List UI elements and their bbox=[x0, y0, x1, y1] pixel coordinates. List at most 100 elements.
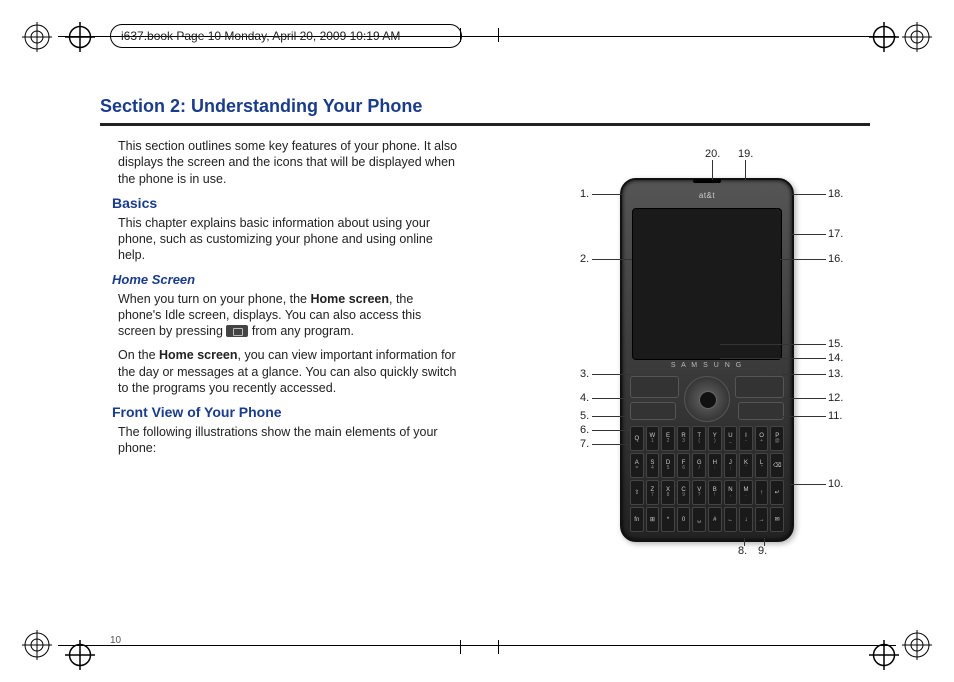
crop-tick-bottom-1 bbox=[460, 640, 461, 654]
key: Z7 bbox=[646, 480, 660, 505]
callout-2: 2. bbox=[580, 253, 589, 265]
key: ⌫ bbox=[770, 453, 784, 478]
key: A= bbox=[630, 453, 644, 478]
lead-18 bbox=[790, 194, 826, 195]
lead-1 bbox=[592, 194, 622, 195]
lead-16 bbox=[780, 259, 826, 260]
key: → bbox=[755, 507, 769, 532]
key: ⇧ bbox=[630, 480, 644, 505]
phone-screen bbox=[632, 208, 782, 360]
registration-mark-small-tl bbox=[65, 22, 85, 42]
callout-14: 14. bbox=[828, 352, 843, 364]
lead-15 bbox=[720, 344, 826, 345]
send-key bbox=[630, 402, 676, 420]
key: W1 bbox=[646, 426, 660, 451]
lead-8 bbox=[744, 538, 745, 546]
callout-15: 15. bbox=[828, 338, 843, 350]
carrier-logo: at&t bbox=[699, 191, 715, 200]
key: G/ bbox=[692, 453, 706, 478]
doc-header-box: i637.book Page 10 Monday, April 20, 2009… bbox=[110, 24, 462, 48]
key: Y) bbox=[708, 426, 722, 451]
key: N, bbox=[724, 480, 738, 505]
callout-12: 12. bbox=[828, 392, 843, 404]
callout-9: 9. bbox=[758, 545, 767, 557]
lead-14 bbox=[720, 358, 826, 359]
hs-p1-a: When you turn on your phone, the bbox=[118, 292, 311, 306]
phone-figure: at&t S A M S U N G QW1E2R bbox=[530, 148, 870, 578]
phone-top-area: at&t bbox=[632, 186, 782, 204]
key: P@ bbox=[770, 426, 784, 451]
callout-5: 5. bbox=[580, 410, 589, 422]
lead-10 bbox=[790, 484, 826, 485]
registration-mark-br bbox=[902, 630, 932, 660]
key: # bbox=[708, 507, 722, 532]
lead-7 bbox=[592, 444, 630, 445]
key: H: bbox=[708, 453, 722, 478]
key: L" bbox=[755, 453, 769, 478]
home-screen-p2: On the Home screen, you can view importa… bbox=[100, 347, 460, 396]
key: 0 bbox=[677, 507, 691, 532]
lead-3 bbox=[592, 374, 630, 375]
callout-13: 13. bbox=[828, 368, 843, 380]
key: U_ bbox=[724, 426, 738, 451]
front-view-heading: Front View of Your Phone bbox=[100, 404, 460, 420]
left-softkey bbox=[630, 376, 679, 398]
key: R3 bbox=[677, 426, 691, 451]
lead-19 bbox=[745, 160, 746, 180]
hs-p2-a: On the bbox=[118, 348, 159, 362]
key: D5 bbox=[661, 453, 675, 478]
key: B! bbox=[708, 480, 722, 505]
callout-1: 1. bbox=[580, 188, 589, 200]
section-title: Section 2: Understanding Your Phone bbox=[100, 96, 870, 117]
key: ✉ bbox=[770, 507, 784, 532]
home-screen-p1: When you turn on your phone, the Home sc… bbox=[100, 291, 460, 340]
callout-3: 3. bbox=[580, 368, 589, 380]
crop-tick-top-2 bbox=[498, 28, 499, 42]
basics-paragraph: This chapter explains basic information … bbox=[100, 215, 460, 264]
key: V? bbox=[692, 480, 706, 505]
key: ↑ bbox=[755, 480, 769, 505]
lead-12 bbox=[782, 398, 826, 399]
page-content: Section 2: Understanding Your Phone This… bbox=[100, 96, 870, 616]
key: C9 bbox=[677, 480, 691, 505]
key: ↵ bbox=[770, 480, 784, 505]
key: K' bbox=[739, 453, 753, 478]
key: Q bbox=[630, 426, 644, 451]
callout-18: 18. bbox=[828, 188, 843, 200]
hs-p1-bold: Home screen bbox=[311, 292, 390, 306]
qwerty-keyboard: QW1E2R3T(Y)U_I-O+P@A=S4D5F6G/H:J;K'L"⌫⇧Z… bbox=[630, 426, 784, 532]
phone-body: at&t S A M S U N G QW1E2R bbox=[620, 178, 794, 542]
registration-mark-small-bl bbox=[65, 640, 85, 660]
callout-7: 7. bbox=[580, 438, 589, 450]
hs-p1-c: from any program. bbox=[248, 324, 354, 338]
intro-paragraph: This section outlines some key features … bbox=[100, 138, 460, 187]
right-column: at&t S A M S U N G QW1E2R bbox=[480, 138, 870, 465]
key: ← bbox=[724, 507, 738, 532]
registration-mark-bl bbox=[22, 630, 52, 660]
callout-20: 20. bbox=[705, 148, 720, 160]
left-column: This section outlines some key features … bbox=[100, 138, 460, 465]
crop-tick-bottom-2 bbox=[498, 640, 499, 654]
registration-mark-tr bbox=[902, 22, 932, 52]
phone-earpiece bbox=[693, 179, 721, 183]
key: E2 bbox=[661, 426, 675, 451]
key: M. bbox=[739, 480, 753, 505]
key: ↓ bbox=[739, 507, 753, 532]
home-screen-heading: Home Screen bbox=[100, 272, 460, 287]
front-view-paragraph: The following illustrations show the mai… bbox=[100, 424, 460, 457]
callout-11: 11. bbox=[828, 410, 842, 422]
crop-line-bottom bbox=[58, 645, 896, 646]
lead-20 bbox=[712, 160, 713, 180]
callout-17: 17. bbox=[828, 228, 843, 240]
end-key bbox=[738, 402, 784, 420]
lead-11 bbox=[782, 416, 826, 417]
lead-4 bbox=[592, 398, 630, 399]
key: F6 bbox=[677, 453, 691, 478]
lead-17 bbox=[790, 234, 826, 235]
home-key-icon bbox=[226, 325, 248, 337]
key: S4 bbox=[646, 453, 660, 478]
key: ␣ bbox=[692, 507, 706, 532]
key: I- bbox=[739, 426, 753, 451]
callout-8: 8. bbox=[738, 545, 747, 557]
callout-19: 19. bbox=[738, 148, 753, 160]
